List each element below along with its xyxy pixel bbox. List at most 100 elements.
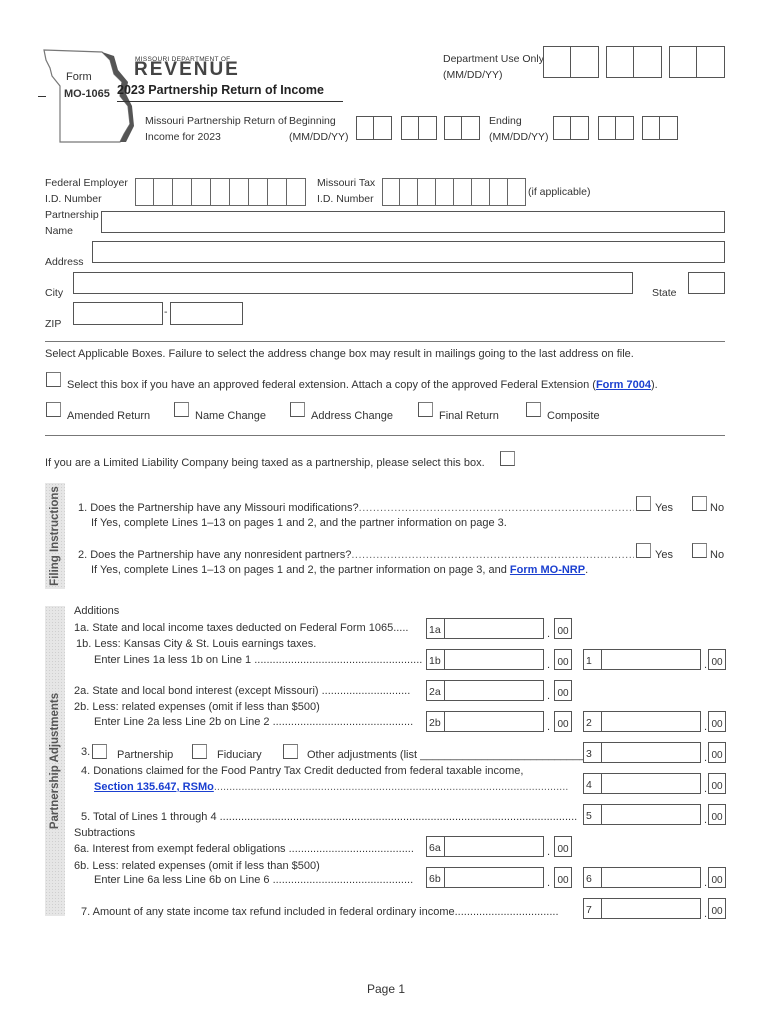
line-5-text: 5. Total of Lines 1 through 4 ..........… (81, 811, 578, 823)
question-2-note-tail: . (585, 564, 589, 576)
partnership-name-input[interactable] (101, 211, 725, 233)
q1-no-checkbox[interactable] (692, 496, 707, 511)
line-2-tag: 2 (584, 712, 602, 731)
form-number: MO-1065 (64, 88, 110, 100)
line-1b-input[interactable]: 1b (426, 649, 544, 670)
zip-input[interactable] (73, 302, 163, 325)
section-135-647-link[interactable]: Section 135.647, RSMo (94, 781, 214, 793)
fiduciary-option-label: Fiduciary (217, 749, 262, 761)
city-label: City (45, 287, 64, 299)
ending-month[interactable] (553, 116, 589, 140)
line-7-text: 7. Amount of any state income tax refund… (81, 906, 559, 918)
state-input[interactable] (688, 272, 725, 294)
line-2a-input[interactable]: 2a (426, 680, 544, 701)
line-6b-tag: 6b (427, 868, 445, 887)
form-label: Form (66, 71, 92, 83)
final-return-label: Final Return (439, 410, 499, 422)
line-1a-input[interactable]: 1a (426, 618, 544, 639)
extension-text: Select this box if you have an approved … (67, 379, 596, 391)
divider (45, 341, 725, 342)
line-2-input[interactable]: 2 (583, 711, 701, 732)
zip-label: ZIP (45, 318, 62, 330)
decimal-point: . (704, 877, 708, 889)
q2-yes-checkbox[interactable] (636, 543, 651, 558)
ending-year[interactable] (642, 116, 678, 140)
mo-tax-label-2: I.D. Number (317, 193, 374, 205)
decimal-point: . (547, 659, 551, 671)
beginning-day[interactable] (401, 116, 437, 140)
decimal-point: . (704, 659, 708, 671)
other-adjustments-label: Other adjustments (list ________________… (307, 749, 589, 761)
decimal-point: . (704, 721, 708, 733)
line-6b-text-2: Enter Line 6a less Line 6b on Line 6 ...… (94, 874, 414, 886)
ending-day[interactable] (598, 116, 634, 140)
dash-mark (38, 96, 46, 97)
line-7-tag: 7 (584, 899, 602, 918)
line-1-input[interactable]: 1 (583, 649, 701, 670)
fein-label-2: I.D. Number (45, 193, 102, 205)
line-6a-input[interactable]: 6a (426, 836, 544, 857)
federal-extension-checkbox[interactable] (46, 372, 61, 387)
amended-return-label: Amended Return (67, 410, 151, 422)
address-input[interactable] (92, 241, 725, 263)
line-2b-tag: 2b (427, 712, 445, 731)
line-1b-cents: 00 (554, 649, 572, 670)
line-7-input[interactable]: 7 (583, 898, 701, 919)
final-return-checkbox[interactable] (418, 402, 433, 417)
zip-extension-input[interactable] (170, 302, 243, 325)
decimal-point: . (547, 721, 551, 733)
partnership-adjustments-tab: Partnership Adjustments (45, 606, 65, 916)
divider (45, 435, 725, 436)
fein-input[interactable] (135, 178, 306, 206)
title-underline (117, 101, 343, 102)
ending-label: Ending (489, 115, 522, 127)
line-6-input[interactable]: 6 (583, 867, 701, 888)
line-2a-tag: 2a (427, 681, 445, 700)
leader-dots: ........................................… (213, 781, 569, 793)
decimal-point: . (547, 690, 551, 702)
line-2b-input[interactable]: 2b (426, 711, 544, 732)
dept-use-label: Department Use Only (443, 53, 544, 65)
beginning-month[interactable] (356, 116, 392, 140)
line-3-number: 3. (81, 746, 91, 758)
subtitle-line1: Missouri Partnership Return of (145, 115, 287, 127)
address-change-label: Address Change (311, 410, 393, 422)
q1-no-label: No (710, 502, 725, 514)
form-mo-nrp-link[interactable]: Form MO-NRP (510, 564, 585, 576)
name-change-checkbox[interactable] (174, 402, 189, 417)
line-4-input[interactable]: 4 (583, 773, 701, 794)
form-title: 2023 Partnership Return of Income (117, 83, 325, 97)
q2-no-checkbox[interactable] (692, 543, 707, 558)
partnership-checkbox[interactable] (92, 744, 107, 759)
other-adjustments-checkbox[interactable] (283, 744, 298, 759)
line-4-link-line: Section 135.647, RSMo...................… (94, 780, 578, 794)
subtractions-heading: Subtractions (74, 827, 136, 839)
city-input[interactable] (73, 272, 633, 294)
line-5-cents: 00 (708, 804, 726, 825)
q1-yes-checkbox[interactable] (636, 496, 651, 511)
address-change-checkbox[interactable] (290, 402, 305, 417)
composite-checkbox[interactable] (526, 402, 541, 417)
partnership-adjustments-label: Partnership Adjustments (49, 692, 61, 830)
fein-label-1: Federal Employer (45, 177, 128, 189)
line-7-cents: 00 (708, 898, 726, 919)
llc-checkbox[interactable] (500, 451, 515, 466)
amended-return-checkbox[interactable] (46, 402, 61, 417)
line-1-cents: 00 (708, 649, 726, 670)
line-6b-input[interactable]: 6b (426, 867, 544, 888)
mo-tax-id-input[interactable] (382, 178, 526, 206)
line-5-input[interactable]: 5 (583, 804, 701, 825)
line-2b-text-1: 2b. Less: related expenses (omit if less… (74, 701, 320, 713)
beginning-year[interactable] (444, 116, 480, 140)
partnership-option-label: Partnership (117, 749, 174, 761)
line-6a-cents: 00 (554, 836, 572, 857)
line-1a-cents: 00 (554, 618, 572, 639)
fiduciary-checkbox[interactable] (192, 744, 207, 759)
line-1b-text-1: 1b. Less: Kansas City & St. Louis earnin… (76, 638, 317, 650)
line-3-input[interactable]: 3 (583, 742, 701, 763)
line-1a-text: 1a. State and local income taxes deducte… (74, 622, 409, 634)
form-7004-link[interactable]: Form 7004 (596, 379, 651, 391)
dept-use-day (606, 46, 662, 78)
beginning-format: (MM/DD/YY) (289, 131, 349, 143)
extension-tail: ). (650, 379, 658, 391)
